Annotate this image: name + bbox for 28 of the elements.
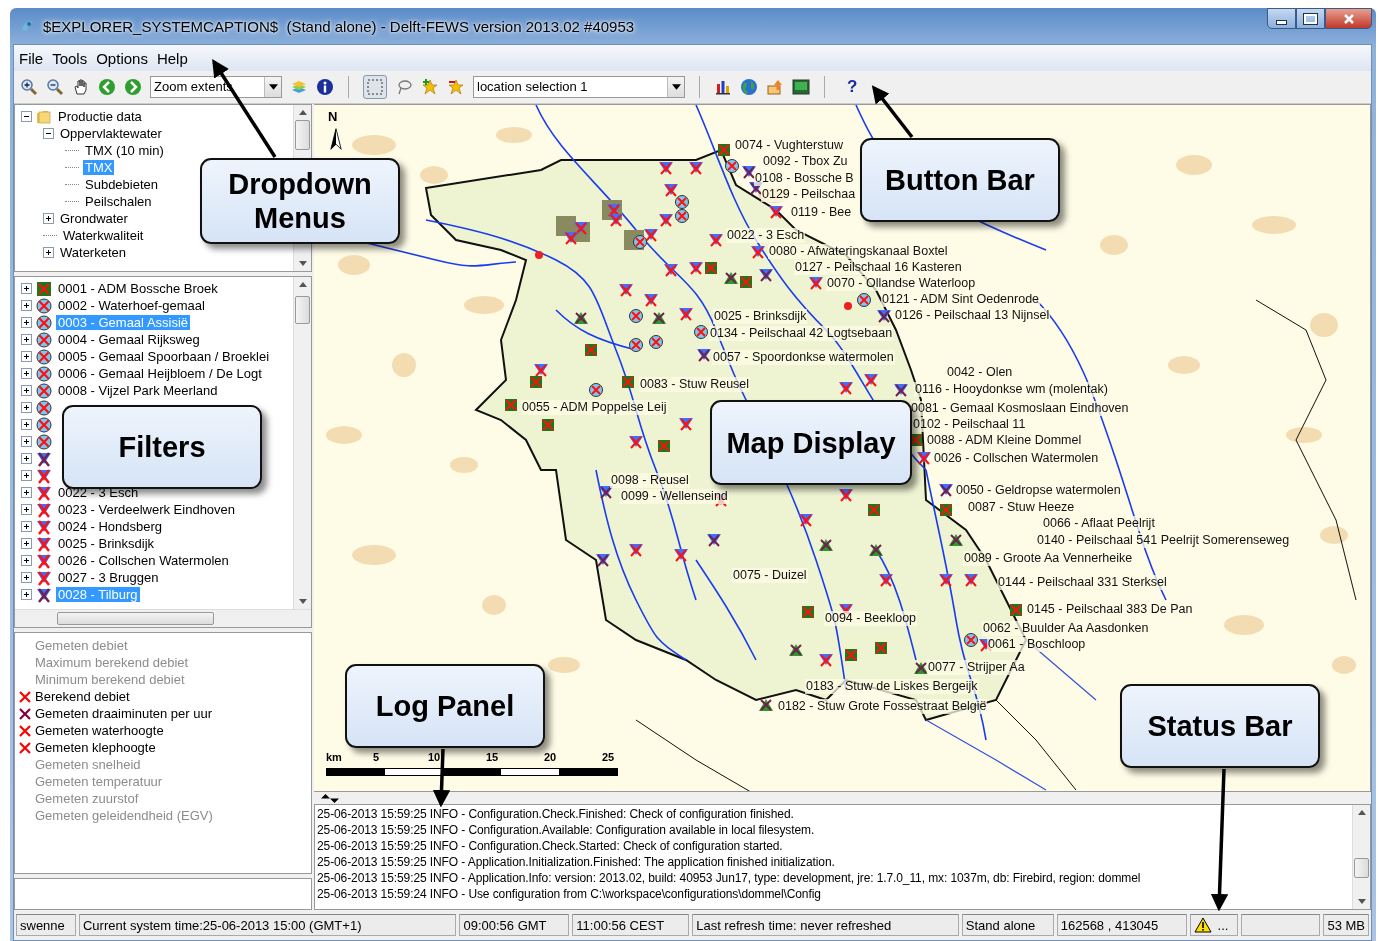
scale-label: 20 [543,751,557,763]
status-gmt-time: 09:00:56 GMT [459,914,570,936]
callout-tooltip: Log Panel [345,664,545,748]
status-refresh: Last refresh time: never refreshed [692,914,959,936]
scale-label: 10 [427,751,441,763]
status-coordinates: 162568 , 413045 [1056,914,1187,936]
log-line: 25-06-2013 15:59:25 INFO - Configuration.Check.Finished: Check of configuration finished. [317,806,795,822]
status-user: swenne [16,914,76,936]
callout-tooltip: Map Display [710,400,912,485]
window-title: $EXPLORER_SYSTEMCAPTION$ (Stand alone) - Delft-FEWS version 2013.02 #40953 [43,17,635,35]
callout-tooltip: Filters [62,405,262,489]
scale-label: 5 [372,751,380,763]
scale-unit: km [326,751,342,763]
status-system-time: Current system time:25-06-2013 15:00 (GMT+1) [78,914,457,936]
callout-tooltip: Button Bar [860,138,1060,222]
scale-label: 15 [485,751,499,763]
north-label: N [328,109,338,124]
status-local-time: 11:00:56 CEST [572,914,690,936]
log-line: 25-06-2013 15:59:25 INFO - Application.Initialization.Finished: The application finished initialization. [317,854,836,870]
log-line: 25-06-2013 15:59:25 INFO - Application.Info: version: 2013.02, build: 40953 Jun17, type: development, jre: 1.7.0_11, mx: 1037m, db: Firebird, region: dommel [317,870,1142,886]
status-memory: 53 MB [1323,914,1369,936]
log-line: 25-06-2013 15:59:25 INFO - Configuration.Check.Started: Check of configuration started. [317,838,784,854]
callout-tooltip: Dropdown Menus [200,158,400,244]
log-line: 25-06-2013 15:59:24 INFO - Use configuration from C:\workspace\configurations\dommel\Config [317,886,822,902]
callout-tooltip: Status Bar [1120,684,1320,768]
status-mode: Stand alone [961,914,1054,936]
log-line: 25-06-2013 15:59:25 INFO - Configuration.Available: Configuration available in local filesystem. [317,822,816,838]
scale-label: 25 [601,751,615,763]
